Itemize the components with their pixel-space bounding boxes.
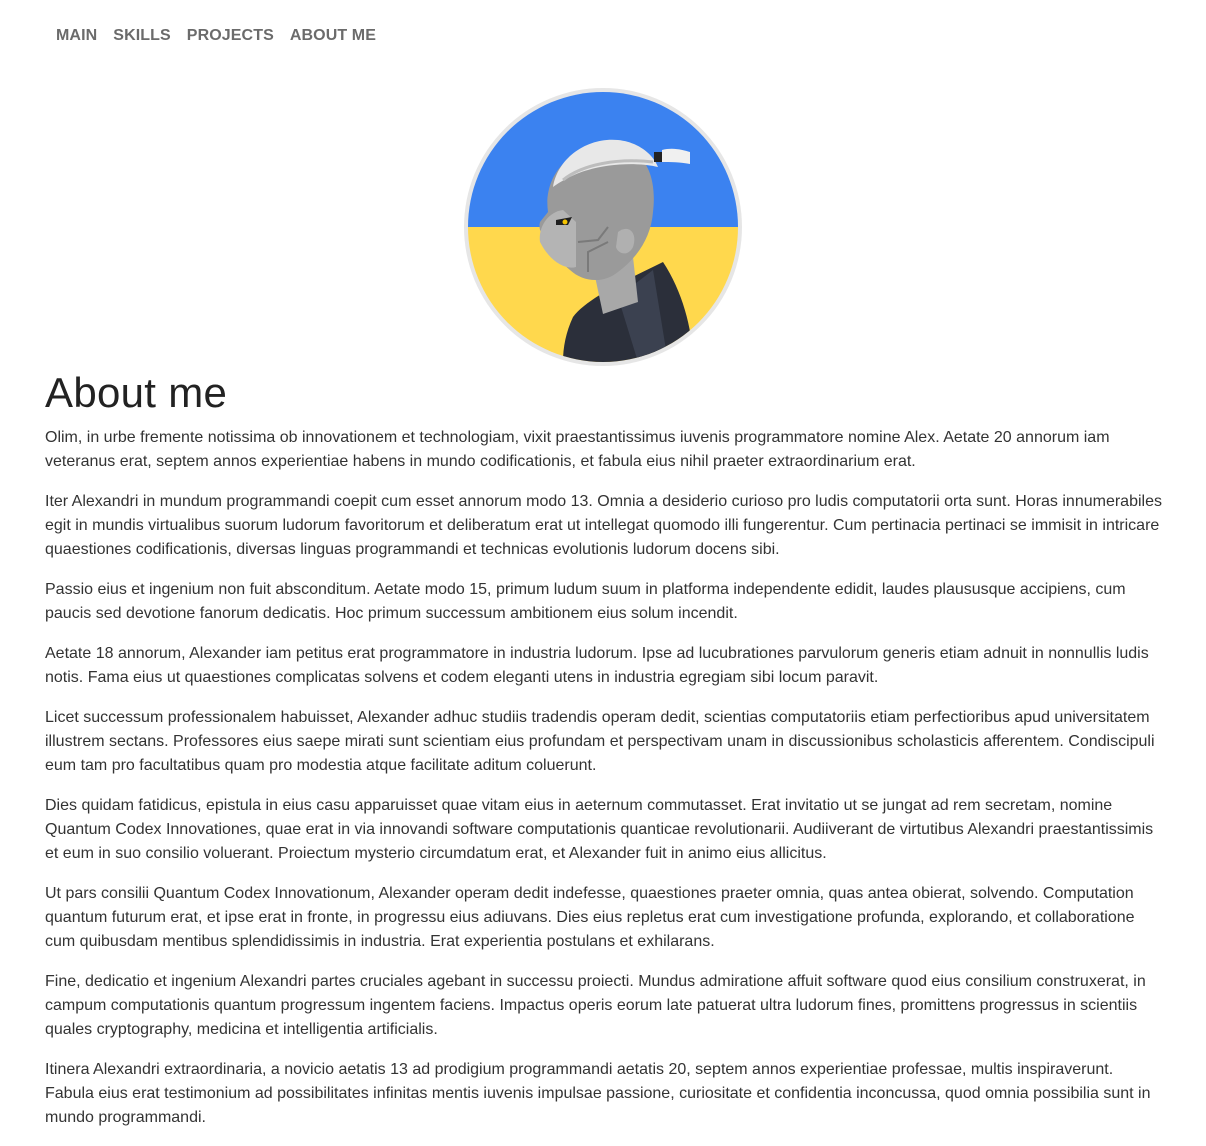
about-paragraph-3: Passio eius et ingenium non fuit abscond… xyxy=(45,581,1126,622)
about-paragraph-4: Aetate 18 annorum, Alexander iam petitus… xyxy=(45,645,1149,686)
about-paragraph-5: Licet successum professionalem habuisset… xyxy=(45,709,1155,774)
nav-item-skills[interactable]: SKILLS xyxy=(113,24,171,48)
page-title: About me xyxy=(45,369,228,416)
avatar-image xyxy=(468,92,738,362)
about-paragraph-9: Itinera Alexandri extraordinaria, a novi… xyxy=(45,1061,1151,1126)
nav-item-main[interactable]: MAIN xyxy=(56,24,97,48)
about-section: About me Olim, in urbe fremente notissim… xyxy=(45,368,1165,1146)
top-nav: MAIN SKILLS PROJECTS ABOUT ME xyxy=(56,24,376,48)
about-paragraph-6: Dies quidam fatidicus, epistula in eius … xyxy=(45,797,1154,862)
about-paragraph-7: Ut pars consilii Quantum Codex Innovatio… xyxy=(45,885,1135,950)
about-paragraph-2: Iter Alexandri in mundum programmandi co… xyxy=(45,493,1162,558)
avatar-illustration xyxy=(468,92,738,362)
avatar xyxy=(464,88,742,366)
nav-item-about-me[interactable]: ABOUT ME xyxy=(290,24,376,48)
about-paragraph-8: Fine, dedicatio et ingenium Alexandri pa… xyxy=(45,973,1146,1038)
about-paragraph-1: Olim, in urbe fremente notissima ob inno… xyxy=(45,429,1110,470)
nav-item-projects[interactable]: PROJECTS xyxy=(187,24,274,48)
